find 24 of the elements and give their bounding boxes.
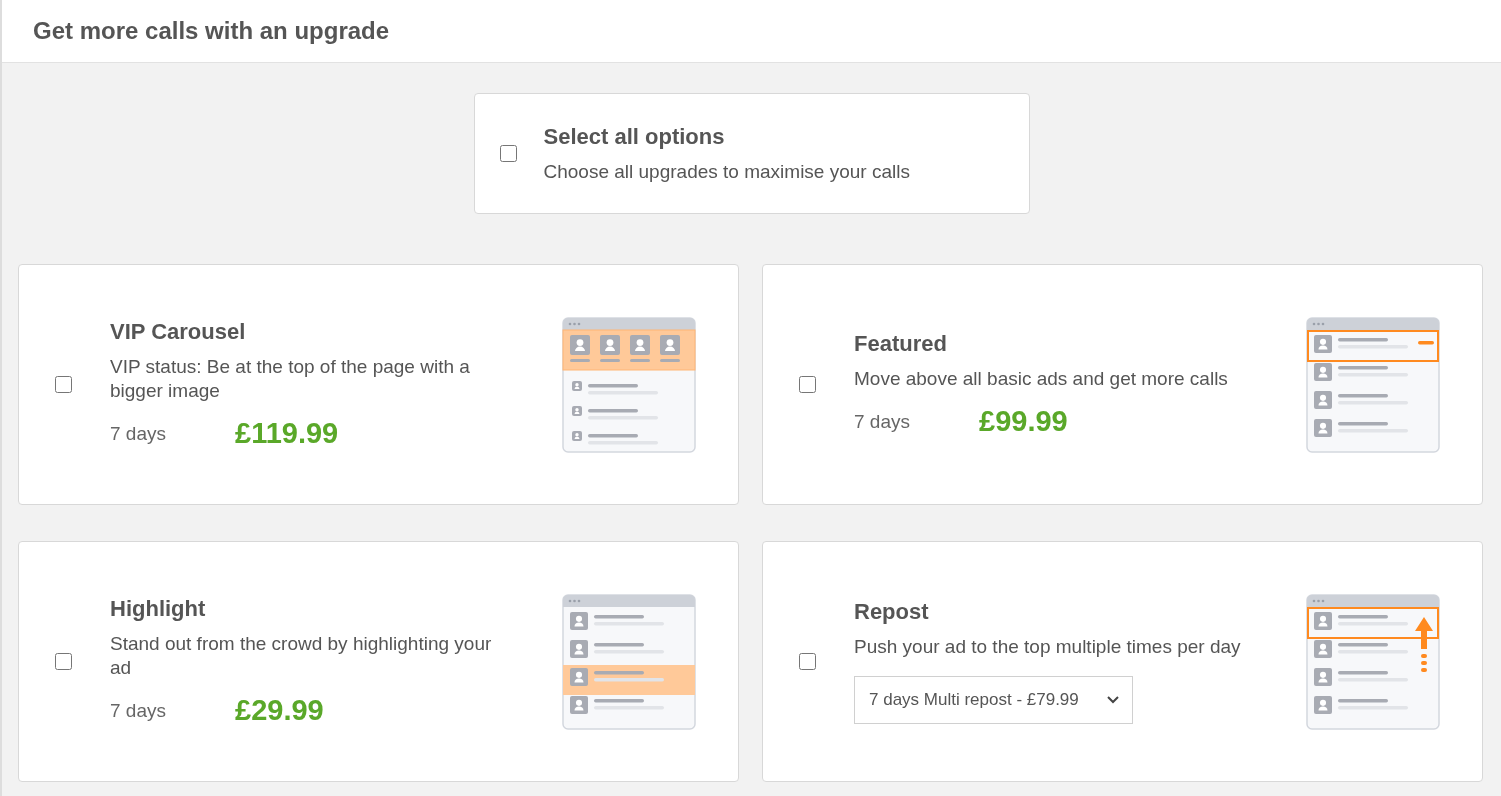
checkbox[interactable] bbox=[55, 376, 72, 393]
option-title: Featured bbox=[854, 331, 948, 357]
option-title: Repost bbox=[854, 599, 930, 625]
duration: 7 days bbox=[110, 422, 167, 445]
duration: 7 days bbox=[110, 699, 167, 722]
checkbox[interactable] bbox=[55, 653, 72, 670]
page-title: Get more calls with an upgrade bbox=[33, 17, 390, 45]
option-title: VIP Carousel bbox=[110, 319, 247, 345]
checkbox[interactable] bbox=[499, 145, 517, 162]
option-description: VIP status: Be at the top of the page with a bigger image bbox=[110, 355, 471, 403]
price: £29.99 bbox=[235, 694, 324, 727]
checkbox[interactable] bbox=[799, 653, 816, 670]
option-description: Move above all basic ads and get more calls bbox=[854, 367, 1229, 391]
option-description: Push your ad to the top multiple times per day bbox=[854, 635, 1242, 659]
repost-dropdown[interactable]: 7 days Multi repost - £79.99 bbox=[854, 676, 1133, 724]
price: £119.99 bbox=[235, 417, 339, 450]
option-description: Choose all upgrades to maximise your calls bbox=[543, 159, 910, 184]
duration: 7 days bbox=[854, 410, 911, 433]
price: £99.99 bbox=[979, 405, 1068, 438]
option-title: Select all options bbox=[543, 123, 726, 150]
option-title: Highlight bbox=[110, 596, 207, 622]
chevron-down-icon bbox=[1106, 695, 1120, 705]
checkbox[interactable] bbox=[799, 376, 816, 393]
option-description: Stand out from the crowd by highlighting your ad bbox=[110, 632, 493, 680]
